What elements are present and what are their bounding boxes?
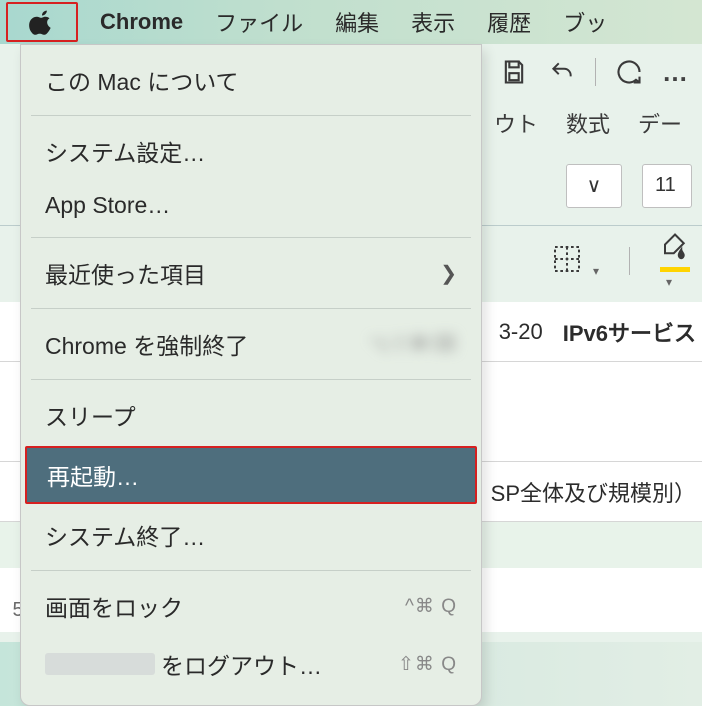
obscured-username [45, 653, 155, 675]
font-size-input[interactable]: 11 [642, 164, 692, 208]
menubar-view[interactable]: 表示 [395, 6, 471, 38]
ribbon-tab-layout-partial[interactable]: ウト [494, 107, 538, 139]
borders-button[interactable]: ▾ [551, 243, 599, 280]
menu-separator [31, 237, 471, 238]
menu-separator [31, 308, 471, 309]
apple-menu-dropdown: この Mac について システム設定… App Store… 最近使った項目 ❯… [20, 44, 482, 706]
menubar-history[interactable]: 履歴 [471, 6, 547, 38]
menubar-bookmarks-partial[interactable]: ブッ [547, 6, 623, 38]
chevron-down-icon: ▾ [666, 275, 672, 289]
menu-logout[interactable]: をログアウト… ⇧⌘ Q [21, 635, 481, 693]
fill-color-button[interactable]: ▾ [660, 232, 690, 291]
chevron-down-icon: ∨ [587, 173, 602, 198]
save-icon[interactable] [499, 57, 529, 87]
menu-separator [31, 115, 471, 116]
chevron-down-icon: ▾ [593, 264, 599, 278]
menu-recent-items[interactable]: 最近使った項目 ❯ [21, 244, 481, 302]
apple-logo-icon [29, 9, 55, 35]
cell-value: IPv6サービス [563, 316, 696, 348]
menubar-edit[interactable]: 編集 [319, 6, 395, 38]
menubar-app-name[interactable]: Chrome [84, 9, 199, 35]
undo-icon[interactable] [547, 57, 577, 87]
keyboard-shortcut: ⌥⇧⌘⌫ [369, 333, 457, 356]
menu-about-this-mac[interactable]: この Mac について [21, 51, 481, 109]
keyboard-shortcut: ⇧⌘ Q [398, 653, 457, 676]
keyboard-shortcut: ^⌘ Q [405, 595, 457, 618]
menubar-file[interactable]: ファイル [199, 6, 319, 38]
ribbon-tab-data-partial[interactable]: デー [638, 107, 682, 139]
separator [595, 58, 596, 86]
menu-separator [31, 570, 471, 571]
menubar: Chrome ファイル 編集 表示 履歴 ブッ [0, 0, 702, 44]
menu-separator [31, 379, 471, 380]
font-dropdown-arrow[interactable]: ∨ [566, 164, 622, 208]
more-button[interactable]: … [662, 57, 690, 88]
sync-icon[interactable] [614, 57, 644, 87]
menu-force-quit[interactable]: Chrome を強制終了 ⌥⇧⌘⌫ [21, 315, 481, 373]
menu-restart[interactable]: 再起動… [25, 446, 477, 504]
ribbon-tab-formulas[interactable]: 数式 [566, 107, 610, 139]
separator [629, 247, 630, 275]
cell-value: 3-20 [499, 319, 543, 345]
apple-menu-button[interactable] [6, 2, 78, 42]
menu-app-store[interactable]: App Store… [21, 180, 481, 231]
chevron-right-icon: ❯ [440, 261, 457, 286]
menu-shutdown[interactable]: システム終了… [21, 506, 481, 564]
menu-lock-screen[interactable]: 画面をロック ^⌘ Q [21, 577, 481, 635]
menu-system-settings[interactable]: システム設定… [21, 122, 481, 180]
menu-sleep[interactable]: スリープ [21, 386, 481, 444]
cell-value: SP全体及び規模別） [491, 476, 696, 508]
